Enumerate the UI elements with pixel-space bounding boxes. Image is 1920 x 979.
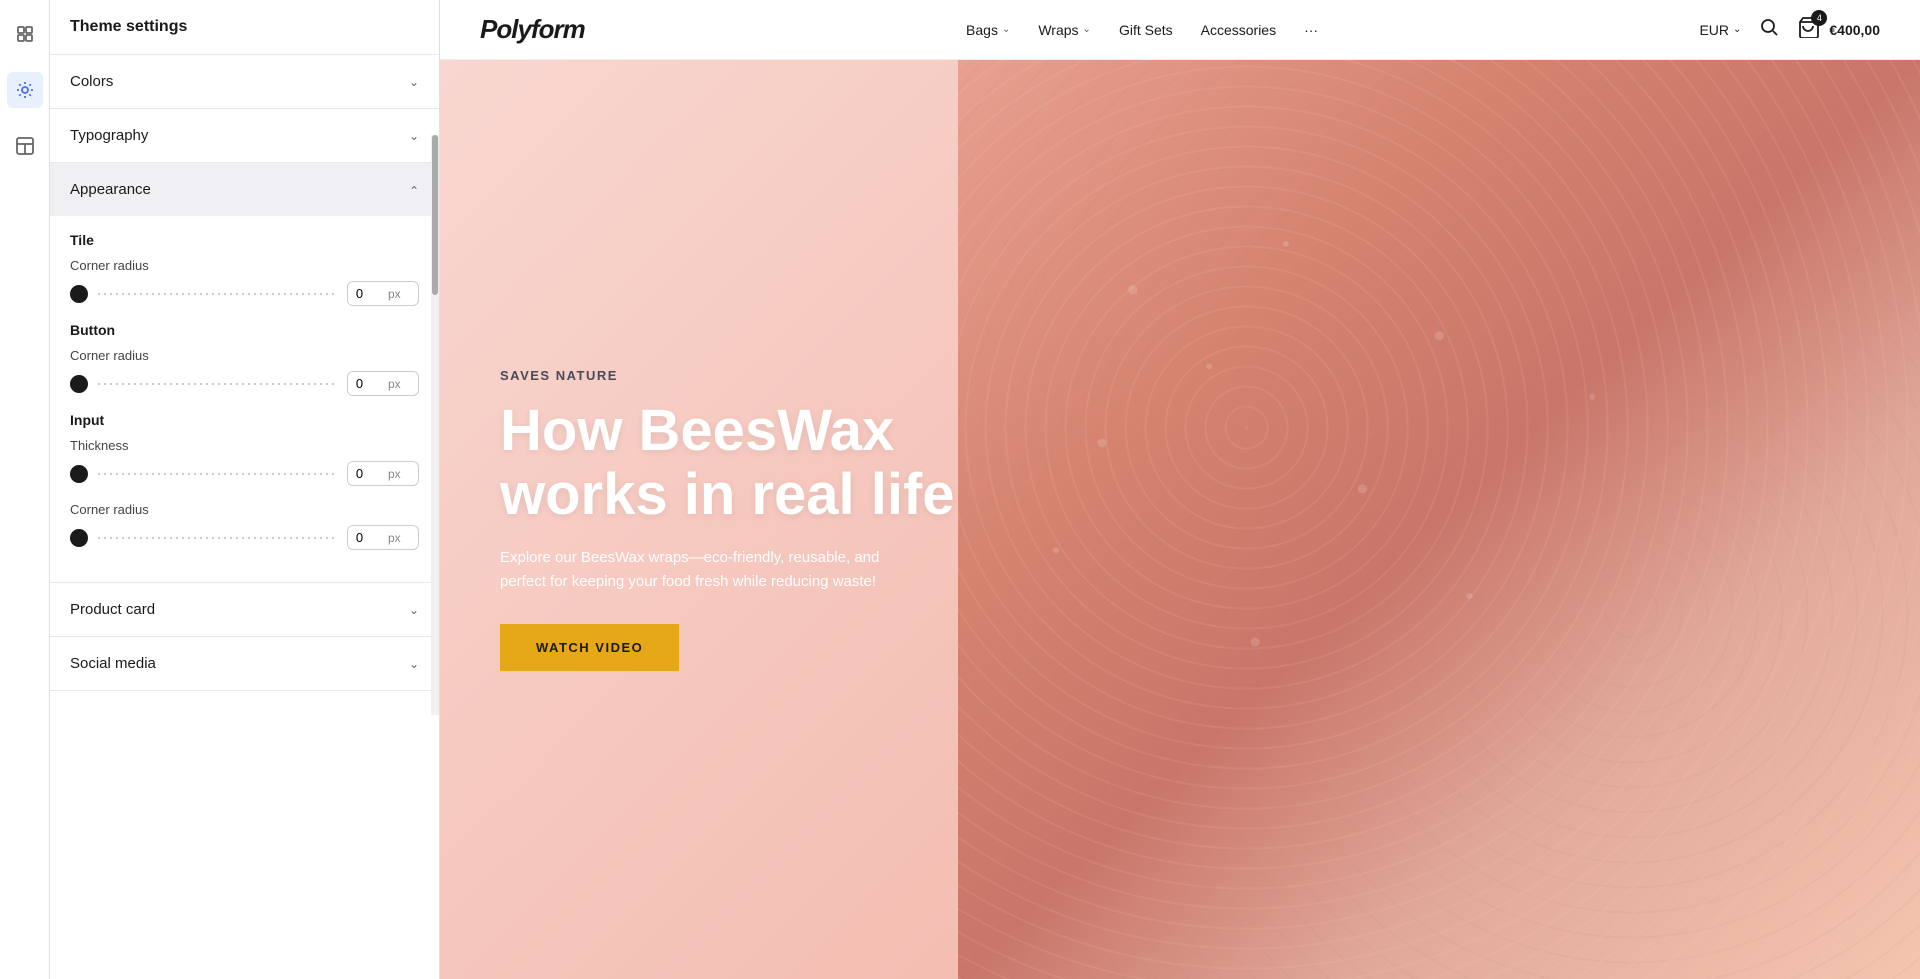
store-header: Polyform Bags ⌄ Wraps ⌄ Gift Sets Access… [440, 0, 1920, 60]
button-slider-track[interactable] [98, 383, 337, 385]
button-px-input-group: px [347, 371, 419, 396]
input-corner-radius-control: px [70, 525, 419, 550]
nav-gift-sets[interactable]: Gift Sets [1119, 22, 1173, 38]
input-thickness-track[interactable] [98, 473, 337, 475]
input-corner-radius-input[interactable] [348, 526, 386, 549]
typography-section-header[interactable]: Typography ⌄ [50, 109, 439, 162]
button-corner-radius-control: px [70, 371, 419, 396]
typography-label: Typography [70, 127, 148, 144]
input-corner-radius-px-group: px [347, 525, 419, 550]
store-nav: Bags ⌄ Wraps ⌄ Gift Sets Accessories ··· [966, 22, 1318, 38]
input-thickness-thumb [70, 465, 88, 483]
product-card-chevron: ⌄ [409, 603, 419, 617]
input-corner-radius-track[interactable] [98, 537, 337, 539]
input-corner-radius-unit: px [386, 527, 407, 549]
input-thickness-unit: px [386, 463, 407, 485]
appearance-content: Tile Corner radius px Button Corner rad [50, 232, 439, 582]
button-corner-radius-label: Corner radius [70, 348, 419, 363]
section-typography: Typography ⌄ [50, 109, 439, 163]
currency-arrow: ⌄ [1733, 24, 1741, 35]
input-thickness-label: Thickness [70, 438, 419, 453]
colors-section-header[interactable]: Colors ⌄ [50, 55, 439, 108]
grid-view-button[interactable] [7, 16, 43, 52]
input-thickness-input[interactable] [348, 462, 386, 485]
nav-wraps-arrow: ⌄ [1083, 24, 1091, 35]
social-media-chevron: ⌄ [409, 657, 419, 671]
button-px-unit: px [386, 373, 407, 395]
tile-slider-thumb [70, 285, 88, 303]
tile-corner-radius-label: Corner radius [70, 258, 419, 273]
input-label: Input [70, 412, 419, 428]
input-thickness-px-group: px [347, 461, 419, 486]
button-label: Button [70, 322, 419, 338]
hero-description: Explore our BeesWax wraps—eco-friendly, … [500, 546, 900, 594]
search-button[interactable] [1759, 17, 1779, 42]
input-thickness-control: px [70, 461, 419, 486]
hero-tagline: SAVES NATURE [500, 368, 1000, 383]
tile-subsection: Tile Corner radius px [70, 232, 419, 306]
input-subsection: Input Thickness px Corner radius [70, 412, 419, 550]
nav-wraps[interactable]: Wraps ⌄ [1038, 22, 1091, 38]
icon-toolbar [0, 0, 50, 979]
currency-label: EUR [1699, 22, 1729, 38]
social-media-section-header[interactable]: Social media ⌄ [50, 637, 439, 690]
tile-corner-radius-control: px [70, 281, 419, 306]
cart-badge: 4 [1811, 10, 1827, 26]
nav-bags-arrow: ⌄ [1002, 24, 1010, 35]
currency-selector[interactable]: EUR ⌄ [1699, 22, 1741, 38]
nav-gift-sets-label: Gift Sets [1119, 22, 1173, 38]
settings-panel: Theme settings Colors ⌄ Typography ⌄ App… [50, 0, 440, 979]
nav-more[interactable]: ··· [1304, 22, 1318, 38]
nav-more-label: ··· [1304, 22, 1318, 38]
tile-corner-radius-input[interactable] [348, 282, 386, 305]
nav-bags-label: Bags [966, 22, 998, 38]
hero-content: SAVES NATURE How BeesWax works in real l… [500, 368, 1000, 672]
store-logo: Polyform [480, 14, 585, 45]
section-social-media: Social media ⌄ [50, 637, 439, 691]
hero-section: SAVES NATURE How BeesWax works in real l… [440, 60, 1920, 979]
appearance-label: Appearance [70, 181, 151, 198]
colors-label: Colors [70, 73, 113, 90]
tile-px-input-group: px [347, 281, 419, 306]
scroll-thumb [432, 135, 438, 295]
cart-price: €400,00 [1829, 22, 1880, 38]
hero-title: How BeesWax works in real life [500, 399, 1000, 527]
store-actions: EUR ⌄ 4 €400,00 [1699, 16, 1880, 44]
cart-button[interactable]: 4 [1797, 16, 1819, 44]
colors-chevron: ⌄ [409, 75, 419, 89]
settings-button[interactable] [7, 72, 43, 108]
button-corner-radius-input[interactable] [348, 372, 386, 395]
product-card-section-header[interactable]: Product card ⌄ [50, 583, 439, 636]
layout-button[interactable] [7, 128, 43, 164]
button-slider-thumb [70, 375, 88, 393]
nav-accessories-label: Accessories [1201, 22, 1276, 38]
appearance-chevron: ⌄ [409, 183, 419, 197]
social-media-label: Social media [70, 655, 156, 672]
nav-bags[interactable]: Bags ⌄ [966, 22, 1010, 38]
scroll-indicator [431, 135, 439, 715]
appearance-section-header[interactable]: Appearance ⌄ [50, 163, 439, 216]
hero-background-image [958, 60, 1920, 979]
button-subsection: Button Corner radius px [70, 322, 419, 396]
tile-px-unit: px [386, 283, 407, 305]
input-corner-radius-label: Corner radius [70, 502, 419, 517]
nav-wraps-label: Wraps [1038, 22, 1078, 38]
product-card-label: Product card [70, 601, 155, 618]
hero-image-area [958, 60, 1920, 979]
settings-scroll[interactable]: Colors ⌄ Typography ⌄ Appearance ⌄ Tile … [50, 55, 439, 979]
nav-accessories[interactable]: Accessories [1201, 22, 1276, 38]
tile-label: Tile [70, 232, 419, 248]
settings-header: Theme settings [50, 0, 439, 55]
section-product-card: Product card ⌄ [50, 583, 439, 637]
input-corner-radius-thumb [70, 529, 88, 547]
preview-area: Polyform Bags ⌄ Wraps ⌄ Gift Sets Access… [440, 0, 1920, 979]
tile-slider-track[interactable] [98, 293, 337, 295]
section-appearance: Appearance ⌄ Tile Corner radius px [50, 163, 439, 583]
typography-chevron: ⌄ [409, 129, 419, 143]
hero-cta-button[interactable]: WATCH VIDEO [500, 624, 679, 671]
section-colors: Colors ⌄ [50, 55, 439, 109]
